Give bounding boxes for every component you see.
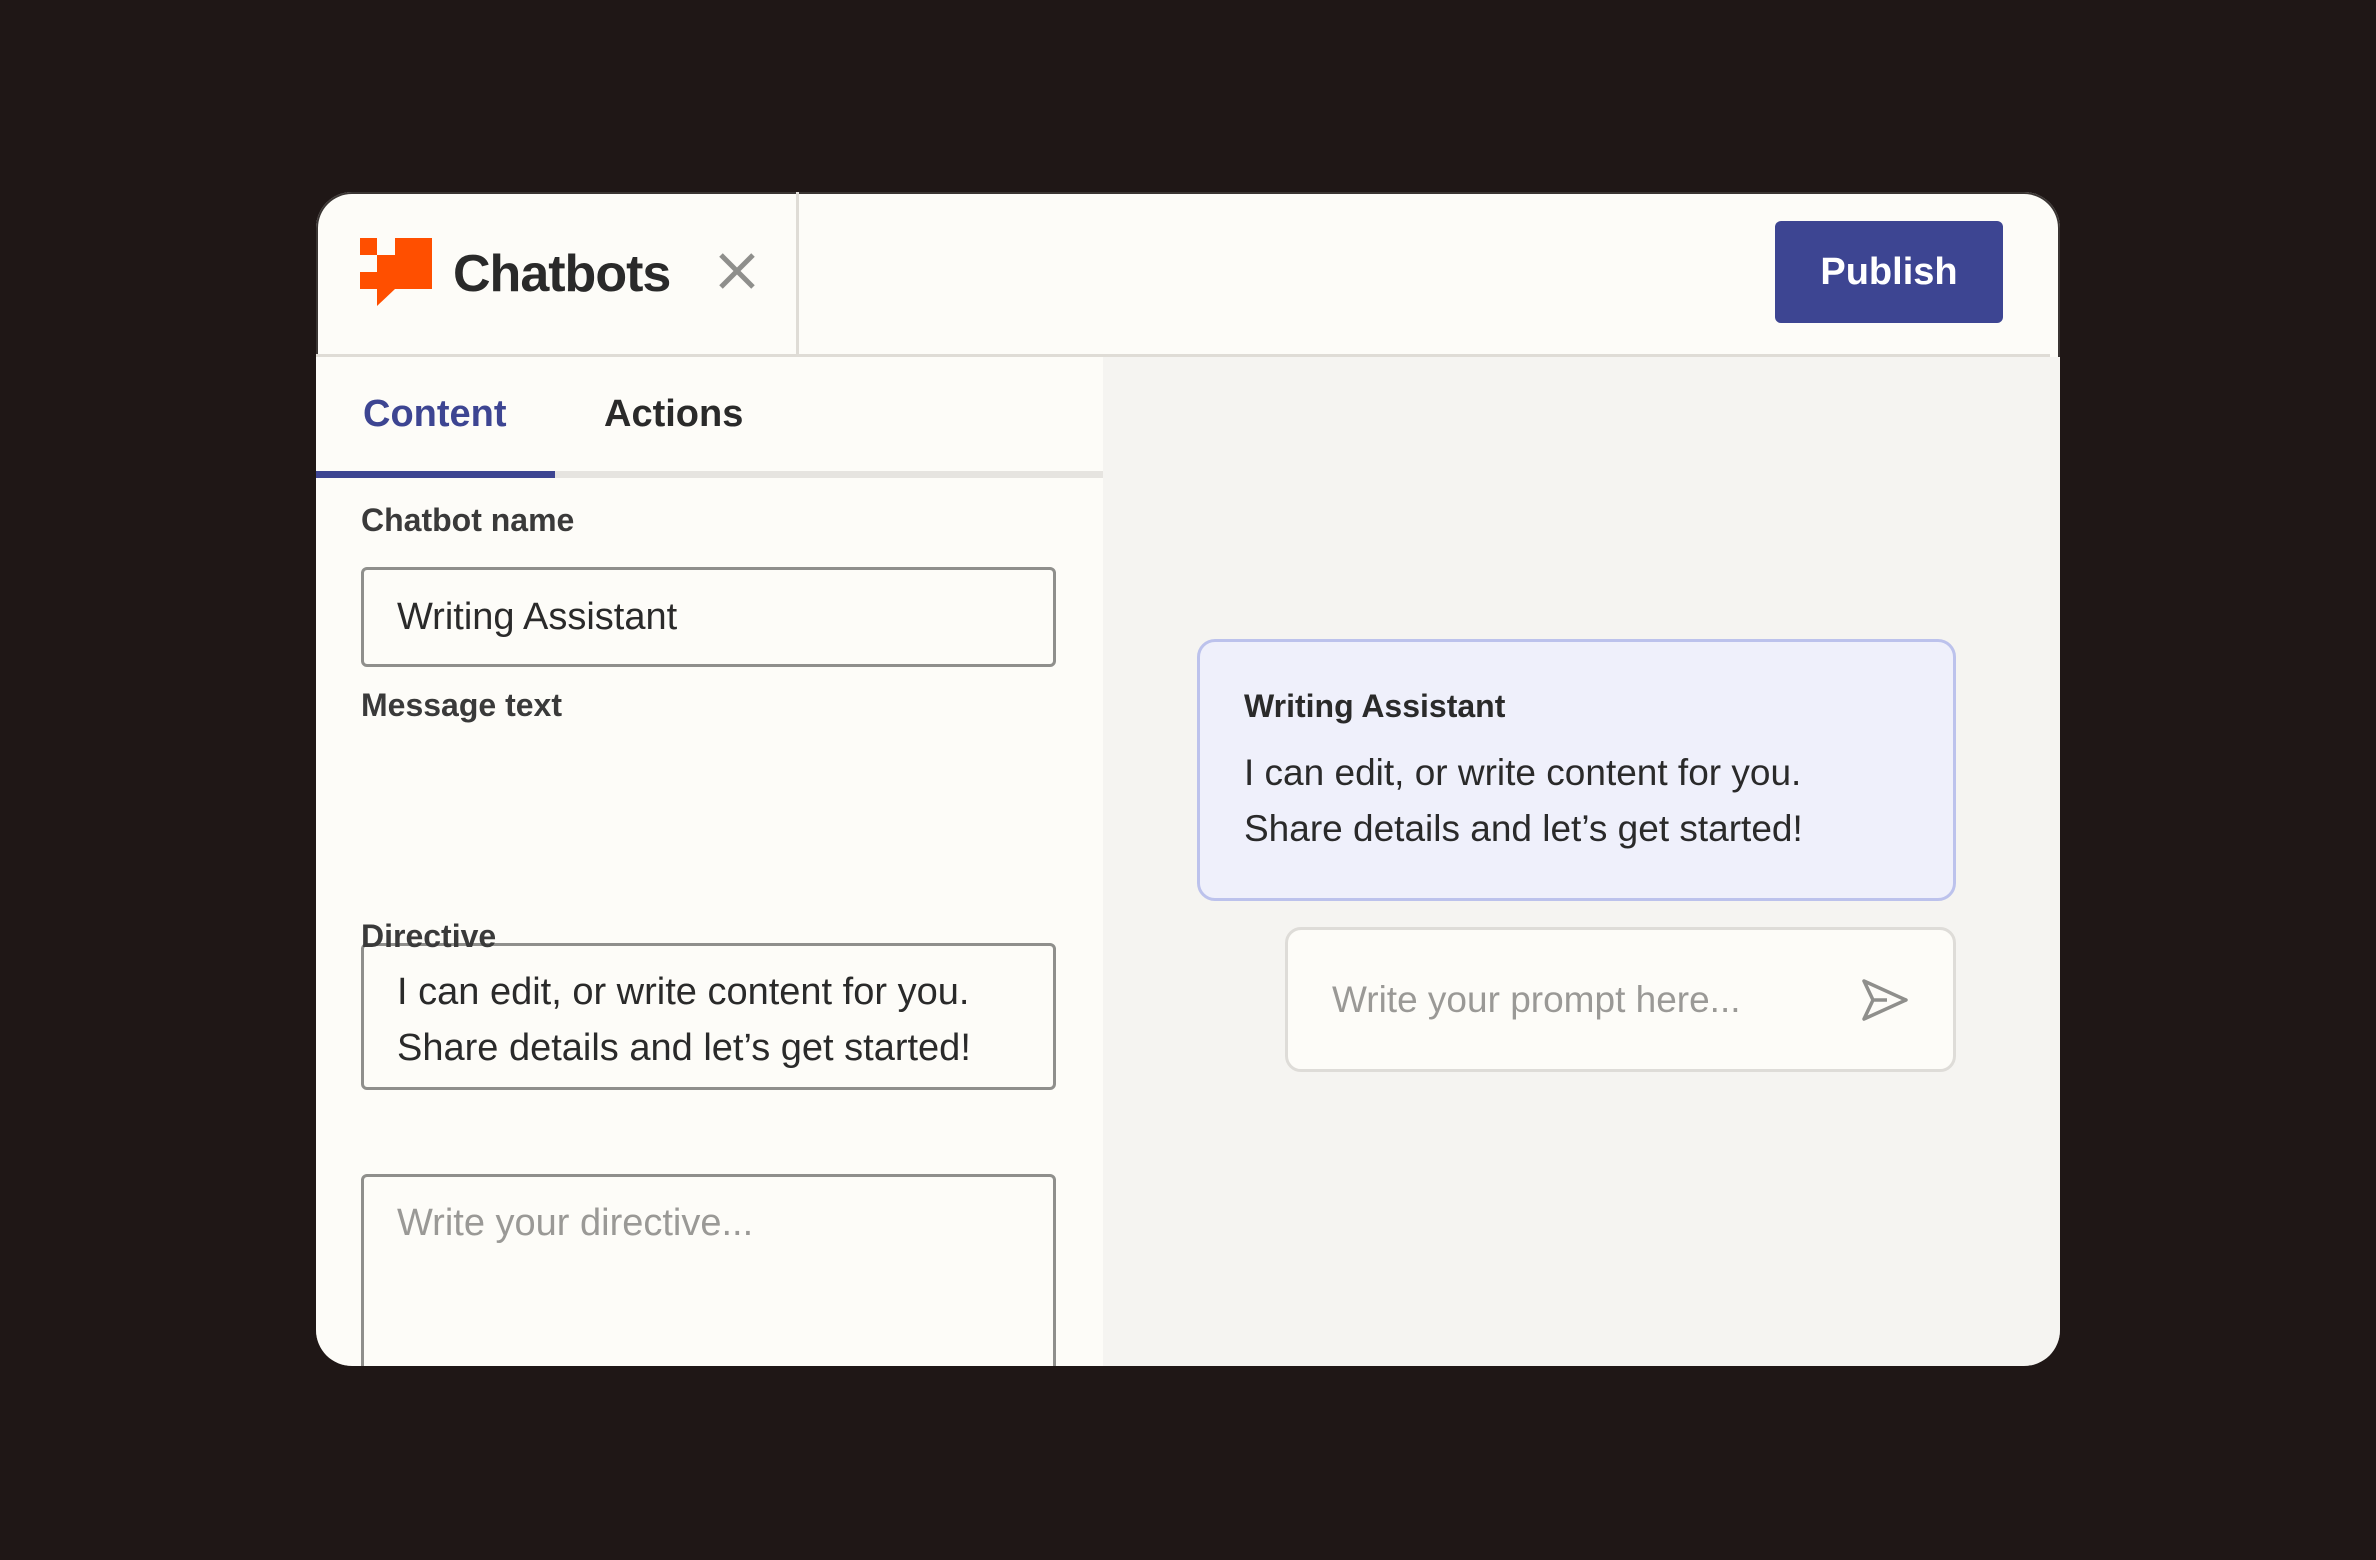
message-text-input[interactable]: I can edit, or write content for you. Sh… [361, 943, 1056, 1090]
directive-input[interactable]: Write your directive... [361, 1174, 1056, 1366]
bot-message-line-1: I can edit, or write content for you. [1244, 752, 1802, 793]
chatbot-name-label: Chatbot name [361, 502, 575, 538]
chatbot-editor-window: Chatbots Publish Content Actions Chatbot… [316, 192, 2060, 1366]
preview-panel: Writing Assistant I can edit, or write c… [1103, 357, 2060, 1366]
prompt-input[interactable]: Write your prompt here... [1285, 927, 1956, 1072]
send-icon[interactable] [1861, 978, 1909, 1022]
settings-panel: Content Actions Chatbot name Writing Ass… [316, 357, 1103, 1366]
header: Chatbots Publish [316, 192, 2050, 357]
message-text-label: Message text [361, 687, 562, 723]
close-icon[interactable] [716, 250, 758, 292]
prompt-placeholder[interactable]: Write your prompt here... [1332, 930, 1741, 1069]
message-text-line-1: I can edit, or write content for you. [397, 971, 970, 1013]
bot-name: Writing Assistant [1244, 688, 1506, 724]
bot-message-bubble: Writing Assistant I can edit, or write c… [1197, 639, 1956, 901]
message-text-line-2: Share details and let’s get started! [397, 1027, 971, 1069]
active-tab-indicator [316, 471, 555, 478]
brand-area: Chatbots [316, 192, 799, 354]
tab-content[interactable]: Content [363, 393, 507, 436]
chatbot-logo-icon [360, 238, 432, 306]
app-title: Chatbots [453, 245, 671, 303]
chatbot-name-value: Writing Assistant [397, 596, 678, 638]
tab-actions[interactable]: Actions [604, 393, 743, 436]
bot-message-line-2: Share details and let’s get started! [1244, 808, 1803, 849]
publish-button[interactable]: Publish [1775, 221, 2003, 323]
directive-placeholder: Write your directive... [397, 1202, 754, 1244]
chatbot-name-input[interactable]: Writing Assistant [361, 567, 1056, 667]
directive-label: Directive [361, 918, 497, 954]
tab-bar: Content Actions [316, 357, 1103, 478]
